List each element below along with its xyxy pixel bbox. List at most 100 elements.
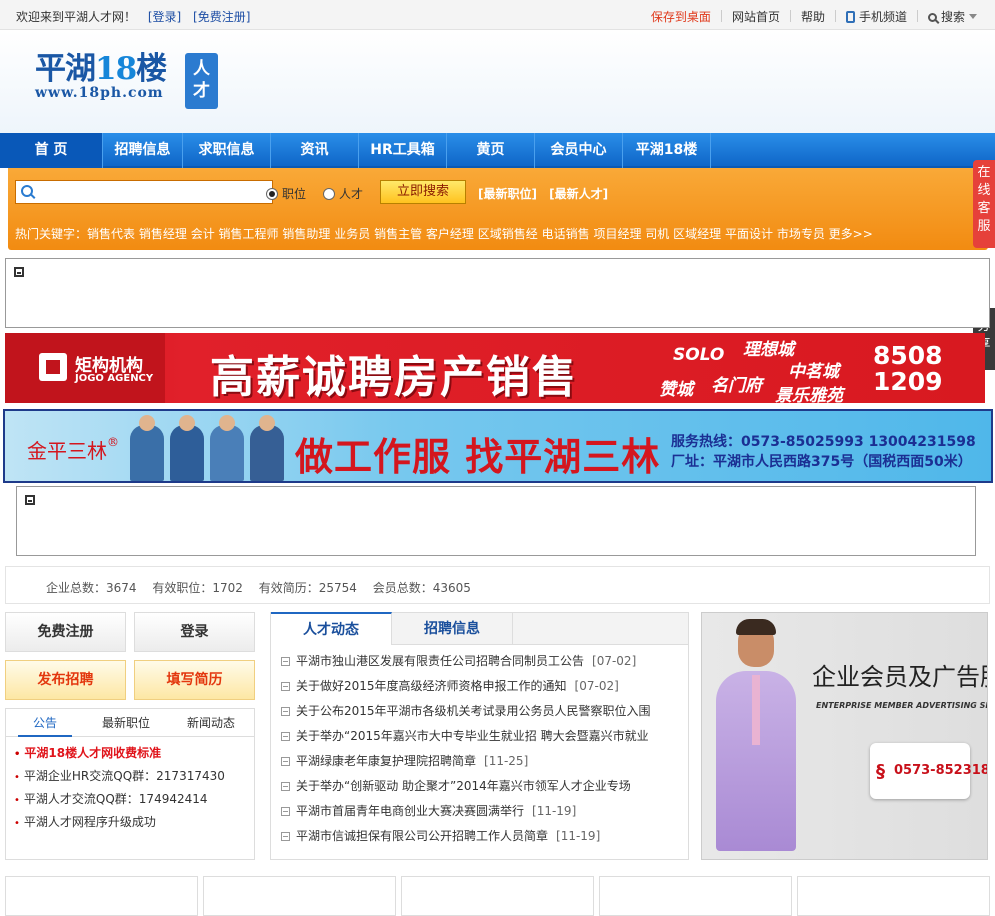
news-item[interactable]: 平湖市信诚担保有限公司公开招聘工作人员简章 [11-19]	[281, 828, 681, 853]
hot-keyword[interactable]: 项目经理	[593, 227, 641, 241]
news-title: 关于做好2015年度高级经济师资格申报工作的通知	[296, 679, 567, 693]
broken-image-icon	[14, 267, 24, 277]
tab-recruitment-info[interactable]: 招聘信息	[392, 613, 513, 645]
stat-jobs: 有效职位：1702	[152, 581, 243, 595]
search-button[interactable]: 立即搜索	[380, 180, 466, 204]
news-item[interactable]: 平湖市独山港区发展有限责任公司招聘合同制员工公告 [07-02]	[281, 653, 681, 678]
doc-icon	[281, 732, 290, 741]
news-list: 平湖市独山港区发展有限责任公司招聘合同制员工公告 [07-02] 关于做好2015…	[281, 653, 681, 853]
hot-keyword[interactable]: 业务员	[334, 227, 370, 241]
tab-news-updates[interactable]: 新闻动态	[178, 709, 244, 737]
hot-keyword[interactable]: 会计	[191, 227, 215, 241]
hot-keyword[interactable]: 销售主管	[374, 227, 422, 241]
card-phone-box: § 0573-85231821	[870, 743, 987, 799]
list-item[interactable]: 平湖18楼人才网收费标准	[14, 745, 225, 768]
news-item[interactable]: 关于举办“2015年嘉兴市大中专毕业生就业招 聘大会暨嘉兴市就业	[281, 728, 681, 753]
list-item[interactable]: 平湖人才网程序升级成功	[14, 814, 225, 837]
ad-frame-empty	[5, 258, 990, 328]
list-item[interactable]: 平湖企业HR交流QQ群：217317430	[14, 768, 225, 791]
news-item[interactable]: 关于公布2015年平湖市各级机关考试录用公务员人民警察职位入围	[281, 703, 681, 728]
free-register-button[interactable]: 免费注册	[5, 612, 126, 652]
project-name: 赞城	[659, 380, 693, 400]
stat-companies: 企业总数：3674	[46, 581, 137, 595]
project-name: 理想城	[743, 340, 794, 360]
hot-keywords: 热门关键字：销售代表 销售经理 会计 销售工程师 销售助理 业务员 销售主管 客…	[15, 225, 873, 242]
bottom-box	[797, 876, 990, 916]
hot-keyword[interactable]: 平面设计	[725, 227, 773, 241]
radio-talent-label: 人才	[339, 187, 364, 201]
list-item[interactable]: 平湖人才交流QQ群：174942414	[14, 791, 225, 814]
hot-keyword[interactable]: 销售工程师	[219, 227, 279, 241]
search-dropdown[interactable]: 搜索	[927, 10, 977, 24]
hot-keyword[interactable]: 销售代表	[87, 227, 135, 241]
nav-member-center[interactable]: 会员中心	[535, 133, 623, 168]
project-name: SOLO	[673, 345, 725, 365]
site-logo[interactable]: 平湖18楼 www.18ph.com 人才	[35, 51, 218, 109]
hot-keyword[interactable]: 客户经理	[426, 227, 474, 241]
nav-news[interactable]: 资讯	[271, 133, 359, 168]
help-link[interactable]: 帮助	[801, 10, 825, 24]
news-item[interactable]: 关于做好2015年度高级经济师资格申报工作的通知 [07-02]	[281, 678, 681, 703]
bottom-box	[599, 876, 792, 916]
more-keywords-link[interactable]: 更多>>	[829, 227, 873, 241]
search-input[interactable]	[40, 183, 268, 201]
ad-frame-empty	[16, 486, 976, 556]
card-subtitle: ENTERPRISE MEMBER ADVERTISING SERVICES	[816, 701, 987, 710]
radio-job[interactable]: 职位	[266, 185, 306, 202]
doc-icon	[281, 757, 290, 766]
ad-banner-real-estate[interactable]: 矩构机构 JOGO AGENCY 高薪诚聘房产销售 SOLO 理想城 中茗城 赞…	[5, 333, 985, 403]
news-item[interactable]: 平湖绿康老年康复护理院招聘简章 [11-25]	[281, 753, 681, 778]
worker-figure	[250, 415, 284, 481]
latest-talents-link[interactable]: [最新人才]	[549, 187, 608, 201]
register-link[interactable]: [免费注册]	[193, 10, 250, 24]
tab-talent-news[interactable]: 人才动态	[271, 612, 392, 645]
nav-hr-toolbox[interactable]: HR工具箱	[359, 133, 447, 168]
news-item[interactable]: 关于举办“创新驱动 助企聚才”2014年嘉兴市领军人才企业专场	[281, 778, 681, 803]
mobile-phone-icon	[845, 11, 855, 23]
hot-keywords-label: 热门关键字：	[15, 227, 88, 241]
nav-job-seekers[interactable]: 求职信息	[183, 133, 271, 168]
nav-jobs[interactable]: 招聘信息	[103, 133, 183, 168]
hot-keyword[interactable]: 区域经理	[673, 227, 721, 241]
news-item[interactable]: 平湖市首届青年电商创业大赛决赛圆满举行 [11-19]	[281, 803, 681, 828]
site-header: 平湖18楼 www.18ph.com 人才	[0, 31, 995, 133]
nav-home[interactable]: 首 页	[0, 133, 103, 168]
doc-icon	[281, 657, 290, 666]
hot-keyword[interactable]: 区域销售经	[478, 227, 538, 241]
login-button[interactable]: 登录	[134, 612, 255, 652]
search-quick-links: [最新职位] [最新人才]	[478, 185, 608, 202]
top-bar-right: 保存到桌面 网站首页 帮助 手机频道 搜索	[651, 8, 977, 25]
site-home-link[interactable]: 网站首页	[732, 10, 780, 24]
ad-banner-workwear[interactable]: 金平三林® 做工作服 找平湖三林 服务热线：0573-85025993 1300…	[3, 409, 993, 483]
hot-keyword[interactable]: 销售助理	[282, 227, 330, 241]
latest-jobs-link[interactable]: [最新职位]	[478, 187, 537, 201]
nav-yellow-pages[interactable]: 黄页	[447, 133, 535, 168]
ad-brand: 金平三林®	[27, 435, 119, 464]
news-panel: 人才动态 招聘信息 平湖市独山港区发展有限责任公司招聘合同制员工公告 [07-02…	[270, 612, 689, 860]
logo-badge-b: 才	[193, 81, 210, 101]
fill-resume-button[interactable]: 填写简历	[134, 660, 255, 700]
radio-talent-circle	[323, 188, 335, 200]
news-title: 关于举办“创新驱动 助企聚才”2014年嘉兴市领军人才企业专场	[296, 779, 631, 793]
doc-icon	[281, 832, 290, 841]
hot-keyword[interactable]: 司机	[645, 227, 669, 241]
save-to-desktop-link[interactable]: 保存到桌面	[651, 10, 711, 24]
doc-icon	[281, 782, 290, 791]
enterprise-service-ad[interactable]: 企业会员及广告服务 ENTERPRISE MEMBER ADVERTISING …	[701, 612, 988, 860]
tab-latest-jobs[interactable]: 最新职位	[94, 709, 158, 737]
login-link[interactable]: [登录]	[148, 10, 181, 24]
photo-hair	[736, 619, 776, 635]
hot-keyword[interactable]: 市场专员	[777, 227, 825, 241]
post-job-button[interactable]: 发布招聘	[5, 660, 126, 700]
radio-talent[interactable]: 人才	[323, 185, 363, 202]
news-date: [11-19]	[556, 829, 601, 843]
hot-keyword[interactable]: 销售经理	[139, 227, 187, 241]
nav-18lou[interactable]: 平湖18楼	[623, 133, 711, 168]
tab-announcements[interactable]: 公告	[18, 709, 72, 737]
search-box	[15, 180, 273, 204]
stat-members: 会员总数：43605	[372, 581, 471, 595]
hot-keyword[interactable]: 电话销售	[542, 227, 590, 241]
mobile-channel-link[interactable]: 手机频道	[845, 10, 907, 24]
project-name: 名门府	[711, 376, 762, 396]
online-service-tab[interactable]: 在线客服	[973, 160, 995, 248]
